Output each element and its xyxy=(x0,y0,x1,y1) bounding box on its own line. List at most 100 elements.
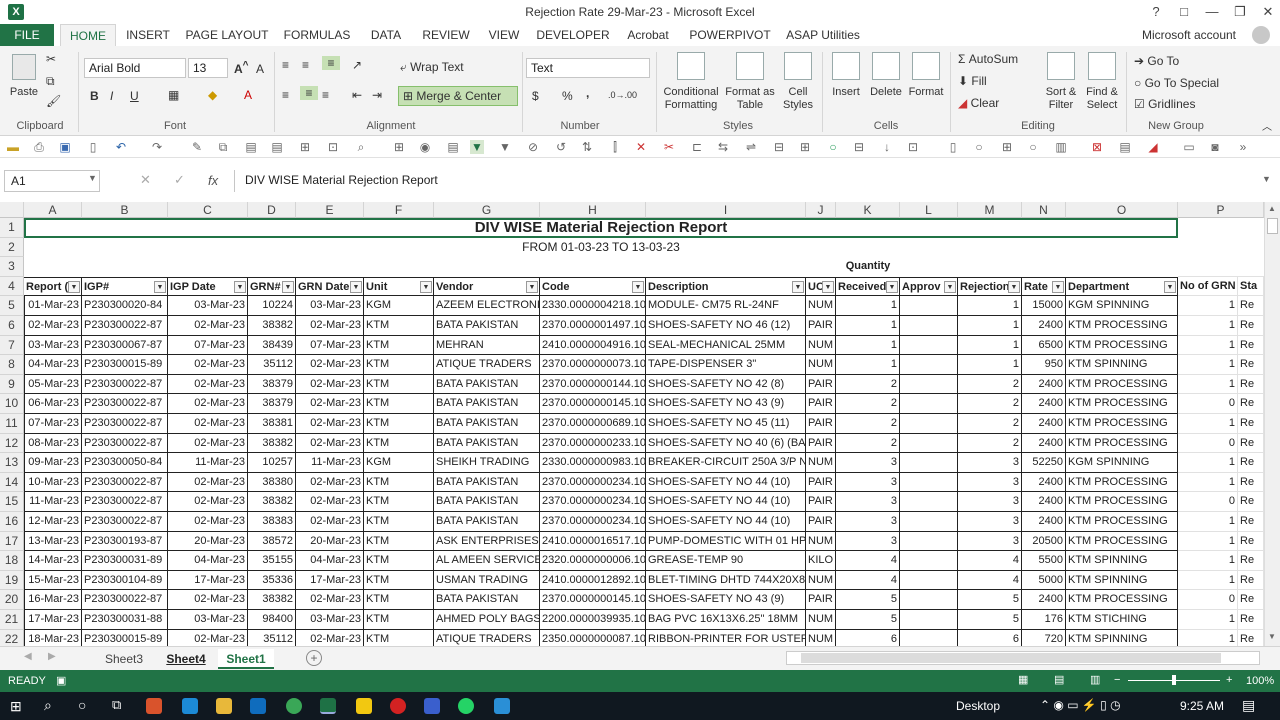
row-header-8[interactable]: 8 xyxy=(0,355,24,375)
table-cell[interactable]: KTM PROCESSING xyxy=(1066,335,1178,356)
table-cell[interactable]: Re xyxy=(1238,590,1264,610)
table-cell[interactable]: 2 xyxy=(958,394,1022,414)
table-cell[interactable]: PAIR xyxy=(806,374,836,395)
table-cell[interactable]: SHOES-SAFETY NO 46 (12) xyxy=(646,316,806,336)
copy-icon[interactable]: ⧉ xyxy=(46,74,55,89)
table-cell[interactable]: P230300022-87 xyxy=(82,414,168,434)
table-cell[interactable]: 52250 xyxy=(1022,453,1066,473)
table-cell[interactable]: 02-Mar-23 xyxy=(296,374,364,395)
table-cell[interactable]: Re xyxy=(1238,472,1264,493)
table-cell[interactable]: NUM xyxy=(806,296,836,316)
tab-formulas[interactable]: FORMULAS xyxy=(280,24,354,46)
sheet-tab-sheet1[interactable]: Sheet1 xyxy=(218,649,274,669)
column-header-c[interactable]: C xyxy=(168,202,248,218)
table-cell[interactable]: 35112 xyxy=(248,355,296,375)
table-header-cell[interactable]: Department ▼ xyxy=(1066,276,1178,297)
table-cell[interactable]: KTM xyxy=(364,512,434,532)
table-header-cell[interactable]: GRN# ▼ xyxy=(248,276,296,297)
edge-icon[interactable] xyxy=(182,698,198,714)
table-cell[interactable] xyxy=(900,629,958,646)
table-cell[interactable]: 1 xyxy=(1178,629,1238,646)
column-header-g[interactable]: G xyxy=(434,202,540,218)
column-header-k[interactable]: K xyxy=(836,202,900,218)
autosum-button[interactable]: Σ AutoSum xyxy=(958,52,1018,66)
table-cell[interactable]: Re xyxy=(1238,355,1264,375)
table-cell[interactable]: KTM xyxy=(364,374,434,395)
table-cell[interactable]: 03-Mar-23 xyxy=(168,296,248,316)
minimize-button[interactable]: — xyxy=(1198,2,1226,22)
table-cell[interactable]: 950 xyxy=(1022,355,1066,375)
align-bottom-icon[interactable]: ≡ xyxy=(322,56,340,70)
tab-asap-utilities[interactable]: ASAP Utilities xyxy=(782,24,864,46)
table-cell[interactable]: SHOES-SAFETY NO 43 (9) xyxy=(646,590,806,610)
table-cell[interactable]: 02-Mar-23 xyxy=(296,414,364,434)
open-icon[interactable]: ▬ xyxy=(6,140,20,154)
table-cell[interactable]: SHOES-SAFETY NO 40 (6) (BATA) xyxy=(646,433,806,454)
table-cell[interactable]: BATA PAKISTAN xyxy=(434,433,540,454)
table-header-cell[interactable]: Approv ▼ xyxy=(900,276,958,297)
table-header-cell[interactable]: Report (▼ xyxy=(24,276,82,297)
teams-icon[interactable] xyxy=(494,698,510,714)
scroll-up-icon[interactable]: ▲ xyxy=(1268,204,1276,213)
column-header-f[interactable]: F xyxy=(364,202,434,218)
table-cell[interactable]: 01-Mar-23 xyxy=(24,296,82,316)
notifications-icon[interactable]: ▤ xyxy=(1242,697,1255,714)
name-box-dropdown-icon[interactable]: ▼ xyxy=(88,173,97,183)
table-cell[interactable]: Re xyxy=(1238,394,1264,414)
table-cell[interactable] xyxy=(900,570,958,591)
tab-page-layout[interactable]: PAGE LAYOUT xyxy=(184,24,270,46)
row-header-20[interactable]: 20 xyxy=(0,590,24,610)
table-cell[interactable]: Re xyxy=(1238,512,1264,532)
table-cell[interactable]: KTM xyxy=(364,394,434,414)
chart-icon[interactable]: ▥ xyxy=(1054,140,1068,154)
table-cell[interactable]: 09-Mar-23 xyxy=(24,453,82,473)
delete-cells-button[interactable]: Delete xyxy=(866,52,906,99)
table-cell[interactable] xyxy=(900,414,958,434)
table-cell[interactable]: Re xyxy=(1238,414,1264,434)
table-cell[interactable]: 1 xyxy=(1178,472,1238,493)
table-cell[interactable]: 02-Mar-23 xyxy=(168,472,248,493)
table-cell[interactable]: 38381 xyxy=(248,414,296,434)
table-cell[interactable]: 20-Mar-23 xyxy=(296,531,364,552)
outlook-icon[interactable] xyxy=(250,698,266,714)
cut-icon[interactable]: ✂ xyxy=(46,52,56,66)
fill-button[interactable]: ⬇ Fill xyxy=(958,74,987,88)
merge-center-button[interactable]: ⊞ Merge & Center xyxy=(398,86,518,106)
table-cell[interactable]: 2 xyxy=(958,374,1022,395)
table-cell[interactable]: NUM xyxy=(806,453,836,473)
table-cell[interactable]: 1 xyxy=(836,335,900,356)
table-cell[interactable]: 11-Mar-23 xyxy=(296,453,364,473)
table-cell[interactable]: SHOES-SAFETY NO 45 (11) xyxy=(646,414,806,434)
ribbon-display-button[interactable]: □ xyxy=(1170,2,1198,22)
table-cell[interactable]: BATA PAKISTAN xyxy=(434,512,540,532)
table-cell[interactable]: 0 xyxy=(1178,433,1238,454)
table-cell[interactable]: 3 xyxy=(836,453,900,473)
table-cell[interactable]: 02-Mar-23 xyxy=(168,433,248,454)
increase-decimal-icon[interactable]: .0→.00 xyxy=(608,90,637,100)
table-cell[interactable]: KTM xyxy=(364,531,434,552)
table-cell[interactable]: MODULE- CM75 RL-24NF xyxy=(646,296,806,316)
clear-filter-icon[interactable]: ⊘ xyxy=(526,140,540,154)
table-cell[interactable]: 4 xyxy=(958,551,1022,571)
table-header-cell[interactable]: Sta xyxy=(1238,276,1264,297)
table-cell[interactable]: 02-Mar-23 xyxy=(168,355,248,375)
new-sheet-button[interactable]: + xyxy=(306,650,322,666)
table-cell[interactable]: 2 xyxy=(958,414,1022,434)
save-icon[interactable]: ▣ xyxy=(58,140,72,154)
table-cell[interactable]: Re xyxy=(1238,551,1264,571)
align-icon[interactable]: ⇌ xyxy=(744,140,758,154)
table-cell[interactable]: 0 xyxy=(1178,590,1238,610)
columns-icon[interactable]: ⫿ xyxy=(608,140,622,154)
table-cell[interactable]: 03-Mar-23 xyxy=(24,335,82,356)
table-cell[interactable]: 20500 xyxy=(1022,531,1066,552)
table-cell[interactable]: 3 xyxy=(958,472,1022,493)
table-cell[interactable]: 02-Mar-23 xyxy=(296,629,364,646)
table-cell[interactable]: KTM xyxy=(364,355,434,375)
table-cell[interactable]: 38382 xyxy=(248,433,296,454)
table-cell[interactable]: PAIR xyxy=(806,414,836,434)
table-cell[interactable]: BATA PAKISTAN xyxy=(434,492,540,512)
fit-icon[interactable]: ⊡ xyxy=(906,140,920,154)
table-cell[interactable] xyxy=(900,374,958,395)
table-cell[interactable]: 38383 xyxy=(248,512,296,532)
table-cell[interactable]: KILO xyxy=(806,551,836,571)
